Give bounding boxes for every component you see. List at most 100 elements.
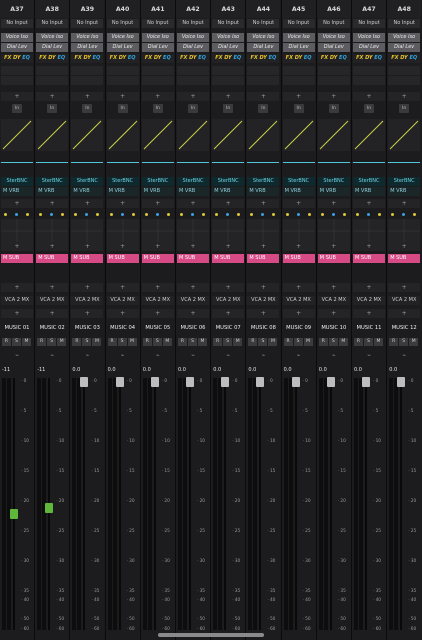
bus-send[interactable]: M VRB	[388, 187, 421, 196]
plugin-slot[interactable]: Dial Lev	[317, 43, 350, 52]
automation-link-icon[interactable]: ⌁	[12, 352, 22, 359]
sub-group-button[interactable]: M SUB	[71, 254, 104, 263]
solo-button[interactable]: S	[293, 338, 303, 346]
eq-curve-thumbnail[interactable]	[141, 119, 174, 151]
vca-assign[interactable]: VCA 2 MX	[317, 296, 350, 305]
sub-group-button[interactable]: M SUB	[353, 254, 385, 263]
add-group-button[interactable]: +	[71, 283, 104, 292]
fx-toggle[interactable]: FX	[215, 55, 222, 61]
insert-slot[interactable]	[353, 76, 385, 85]
fx-toggle[interactable]: FX	[39, 55, 46, 61]
vca-assign[interactable]: VCA 2 MX	[106, 296, 139, 305]
input-button[interactable]: In	[12, 104, 22, 113]
mute-button[interactable]: M	[22, 338, 31, 346]
plugin-slot[interactable]: Dial Lev	[388, 43, 421, 52]
input-button[interactable]: In	[223, 104, 234, 113]
solo-button[interactable]: S	[47, 338, 57, 346]
input-select[interactable]: No Input	[212, 19, 245, 28]
add-button[interactable]: +	[247, 242, 280, 251]
plugin-slot[interactable]: Voice Iso	[388, 33, 421, 42]
solo-button[interactable]: S	[328, 338, 338, 346]
add-vca-button[interactable]: +	[141, 309, 174, 318]
eq-curve-thumbnail[interactable]	[212, 119, 245, 151]
mute-button[interactable]: M	[409, 338, 419, 346]
plugin-slot[interactable]: Voice Iso	[353, 33, 385, 42]
insert-slot[interactable]	[247, 76, 280, 85]
fader-handle[interactable]	[10, 509, 18, 519]
record-arm-button[interactable]: R	[318, 338, 328, 346]
automation-link-icon[interactable]: ⌁	[82, 352, 92, 359]
channel-header[interactable]: A40	[105, 0, 140, 18]
eq-curve-thumbnail[interactable]	[36, 119, 69, 151]
mute-button[interactable]: M	[338, 338, 348, 346]
add-group-button[interactable]: +	[1, 283, 33, 292]
mute-button[interactable]: M	[127, 338, 137, 346]
automation-link-icon[interactable]: ⌁	[188, 352, 198, 359]
input-select[interactable]: No Input	[247, 19, 280, 28]
bus-send[interactable]: M VRB	[106, 187, 139, 196]
bus-send[interactable]: M VRB	[353, 187, 385, 196]
add-send-button[interactable]: +	[247, 199, 280, 208]
eq-curve-thumbnail[interactable]	[71, 119, 104, 151]
plugin-slot[interactable]: Dial Lev	[1, 43, 33, 52]
dynamics-toggle[interactable]: DY	[13, 55, 20, 61]
record-arm-button[interactable]: R	[2, 338, 11, 346]
eq-curve-thumbnail[interactable]	[106, 119, 139, 151]
insert-slot[interactable]	[71, 66, 104, 75]
add-group-button[interactable]: +	[247, 283, 280, 292]
solo-button[interactable]: S	[152, 338, 162, 346]
vca-assign[interactable]: VCA 2 MX	[141, 296, 174, 305]
fx-toggle[interactable]: FX	[391, 55, 398, 61]
mute-button[interactable]: M	[233, 338, 243, 346]
dynamics-toggle[interactable]: DY	[224, 55, 231, 61]
bus-send[interactable]: M VRB	[36, 187, 69, 196]
pan-control[interactable]	[36, 219, 69, 243]
bus-output[interactable]: SterBNC	[353, 177, 385, 186]
eq-curve-thumbnail[interactable]	[317, 119, 350, 151]
solo-button[interactable]: S	[12, 338, 21, 346]
insert-slot[interactable]	[71, 76, 104, 85]
insert-slot[interactable]	[317, 66, 350, 75]
pan-control[interactable]	[141, 219, 174, 243]
insert-slot[interactable]	[141, 66, 174, 75]
channel-header[interactable]: A46	[316, 0, 351, 18]
eq-toggle[interactable]: EQ	[163, 55, 171, 61]
channel-header[interactable]: A48	[387, 0, 422, 18]
input-button[interactable]: In	[258, 104, 269, 113]
plugin-slot[interactable]: Voice Iso	[177, 33, 209, 42]
add-send-button[interactable]: +	[141, 199, 174, 208]
automation-link-icon[interactable]: ⌁	[329, 352, 339, 359]
bus-output[interactable]: SterBNC	[247, 177, 280, 186]
pan-control[interactable]	[247, 219, 280, 243]
bus-send[interactable]: M VRB	[317, 187, 350, 196]
insert-slot[interactable]	[388, 76, 421, 85]
automation-link-icon[interactable]: ⌁	[258, 352, 268, 359]
fader-handle[interactable]	[45, 503, 54, 513]
add-insert-button[interactable]: +	[247, 92, 280, 101]
input-select[interactable]: No Input	[36, 19, 69, 28]
input-button[interactable]: In	[47, 104, 58, 113]
eq-curve-thumbnail[interactable]	[1, 119, 33, 151]
add-button[interactable]: +	[141, 242, 174, 251]
add-vca-button[interactable]: +	[106, 309, 139, 318]
eq-toggle[interactable]: EQ	[57, 55, 65, 61]
solo-button[interactable]: S	[223, 338, 233, 346]
add-send-button[interactable]: +	[353, 199, 385, 208]
fader-handle[interactable]	[150, 377, 159, 387]
plugin-slot[interactable]: Voice Iso	[317, 33, 350, 42]
sub-group-button[interactable]: M SUB	[36, 254, 69, 263]
add-group-button[interactable]: +	[353, 283, 385, 292]
add-send-button[interactable]: +	[177, 199, 209, 208]
dynamics-toggle[interactable]: DY	[260, 55, 267, 61]
eq-toggle[interactable]: EQ	[304, 55, 312, 61]
pan-control[interactable]	[71, 219, 104, 243]
pan-control[interactable]	[317, 219, 350, 243]
plugin-slot[interactable]: Dial Lev	[71, 43, 104, 52]
input-select[interactable]: No Input	[106, 19, 139, 28]
input-button[interactable]: In	[82, 104, 93, 113]
sub-group-button[interactable]: M SUB	[106, 254, 139, 263]
eq-toggle[interactable]: EQ	[409, 55, 417, 61]
bus-send[interactable]: M VRB	[1, 187, 33, 196]
add-button[interactable]: +	[353, 242, 385, 251]
input-button[interactable]: In	[152, 104, 163, 113]
